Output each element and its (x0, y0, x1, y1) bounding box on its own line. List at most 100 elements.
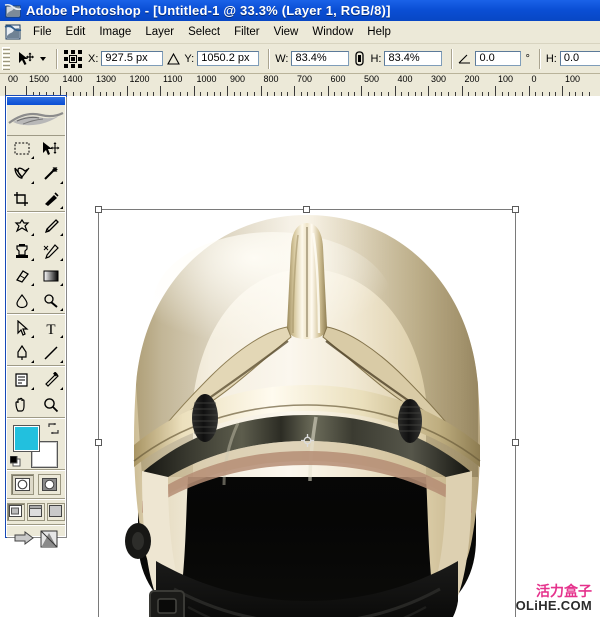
window-title: Adobe Photoshop - [Untitled-1 @ 33.3% (L… (26, 3, 391, 18)
menu-item-layer[interactable]: Layer (138, 24, 181, 40)
menu-item-filter[interactable]: Filter (227, 24, 267, 40)
ruler-tick (394, 86, 396, 96)
tool-clone-stamp[interactable] (7, 238, 36, 263)
tool-healing-brush[interactable] (7, 213, 36, 238)
tool-lasso[interactable] (7, 161, 36, 186)
width-input[interactable] (291, 51, 350, 66)
edit-in-imageready-icon[interactable] (38, 530, 60, 548)
h-label: H: (370, 52, 382, 65)
move-tool-icon[interactable] (13, 47, 39, 71)
link-chain-icon[interactable] (353, 50, 366, 67)
tool-eraser[interactable] (7, 263, 36, 288)
rotation-input[interactable] (475, 51, 522, 66)
transform-handle-top-left[interactable] (95, 206, 102, 213)
ruler-label: 600 (330, 74, 346, 84)
tool-blur[interactable] (7, 288, 36, 313)
standard-screen-mode-button[interactable] (7, 503, 25, 521)
height-input[interactable] (384, 51, 443, 66)
watermark-chinese: 活力盒子 (536, 583, 592, 600)
ruler-label: 500 (364, 74, 380, 84)
transform-handle-middle-right[interactable] (512, 438, 519, 446)
options-bar: X: Y: W: H: ° H: (0, 44, 600, 74)
tool-dodge[interactable] (36, 288, 65, 313)
mask-mode-buttons (7, 471, 65, 498)
reference-point-grid-icon[interactable] (63, 49, 83, 69)
transform-handle-top-right[interactable] (512, 206, 519, 213)
tool-magic-wand[interactable] (36, 161, 65, 186)
tool-brush[interactable] (36, 213, 65, 238)
tool-move[interactable] (36, 136, 65, 161)
skew-h-input[interactable] (559, 51, 600, 66)
swap-colors-icon[interactable] (48, 421, 59, 435)
menu-item-view[interactable]: View (267, 24, 306, 40)
x-input[interactable] (101, 51, 164, 66)
options-separator-3 (451, 48, 454, 69)
full-screen-mode-button[interactable] (47, 503, 65, 521)
jump-to-imageready-icon[interactable] (13, 530, 35, 548)
tool-crop[interactable] (7, 186, 36, 211)
photoshop-feather-logo (7, 105, 65, 136)
document-app-icon[interactable] (4, 23, 22, 41)
transform-handle-middle-left[interactable] (95, 438, 102, 446)
ruler-tick (193, 86, 195, 96)
ruler-label: 200 (464, 74, 480, 84)
ruler-label: 1200 (129, 74, 150, 84)
ruler-tick (428, 86, 429, 96)
watermark: 活力盒子 OLiHE.COM (515, 583, 592, 614)
ruler-tick (227, 86, 228, 96)
full-screen-with-menubar-button[interactable] (27, 503, 45, 521)
menu-item-edit[interactable]: Edit (59, 24, 93, 40)
standard-mask-mode-button[interactable] (11, 474, 34, 495)
y-label: Y: (184, 52, 195, 65)
ruler-tick (5, 86, 6, 96)
tool-grid: T (7, 136, 65, 417)
quick-mask-mode-button[interactable] (38, 474, 61, 495)
menu-item-file[interactable]: File (26, 24, 59, 40)
title-bar: Adobe Photoshop - [Untitled-1 @ 33.3% (L… (0, 0, 600, 21)
photoshop-icon (4, 3, 22, 19)
tool-history-brush[interactable] (36, 238, 65, 263)
ruler-tick (126, 86, 128, 96)
ruler-label: 0 (531, 74, 537, 84)
tool-type[interactable]: T (36, 315, 65, 340)
document-canvas[interactable] (0, 96, 600, 617)
tool-line-shape[interactable] (36, 340, 65, 365)
tool-preset-caret-icon[interactable] (40, 56, 46, 61)
screen-mode-buttons (7, 500, 65, 524)
ruler-label: 00 (8, 74, 19, 84)
photoshop-window: Adobe Photoshop - [Untitled-1 @ 33.3% (L… (0, 0, 600, 617)
menu-item-help[interactable]: Help (360, 24, 398, 40)
tool-zoom[interactable] (36, 392, 65, 417)
color-swatches (7, 419, 65, 469)
menu-item-select[interactable]: Select (181, 24, 227, 40)
ruler-label: 100 (498, 74, 514, 84)
transform-handle-top-center[interactable] (303, 206, 310, 213)
foreground-color-swatch[interactable] (13, 425, 40, 452)
ruler-tick (327, 86, 329, 96)
tool-hand[interactable] (7, 392, 36, 417)
tool-marquee[interactable] (7, 136, 36, 161)
options-bar-grip[interactable] (2, 47, 10, 70)
tool-slice[interactable] (36, 186, 65, 211)
watermark-latin: OLiHE.COM (515, 598, 592, 614)
ruler-label: 1100 (163, 74, 183, 84)
ruler-tick (26, 86, 27, 96)
menu-item-window[interactable]: Window (305, 24, 360, 40)
tool-path-selection[interactable] (7, 315, 36, 340)
tool-gradient[interactable] (36, 263, 65, 288)
options-separator-4 (538, 48, 541, 69)
tool-notes[interactable] (7, 367, 36, 392)
ruler-label: 900 (230, 74, 246, 84)
x-label: X: (88, 52, 99, 65)
tool-eyedropper[interactable] (36, 367, 65, 392)
horizontal-ruler[interactable]: 00 1500 1400 1300 1200 1100 1000 900 800 700 600 50… (0, 74, 600, 97)
ruler-tick (93, 86, 94, 96)
toolbox-titlebar[interactable] (7, 97, 65, 105)
menu-item-image[interactable]: Image (92, 24, 138, 40)
menu-bar: File Edit Image Layer Select Filter View… (0, 21, 600, 44)
tool-pen[interactable] (7, 340, 36, 365)
transform-reference-point[interactable] (300, 433, 314, 447)
transform-bounding-box[interactable] (95, 206, 519, 617)
default-colors-icon[interactable] (9, 454, 21, 467)
y-input[interactable] (197, 51, 260, 66)
